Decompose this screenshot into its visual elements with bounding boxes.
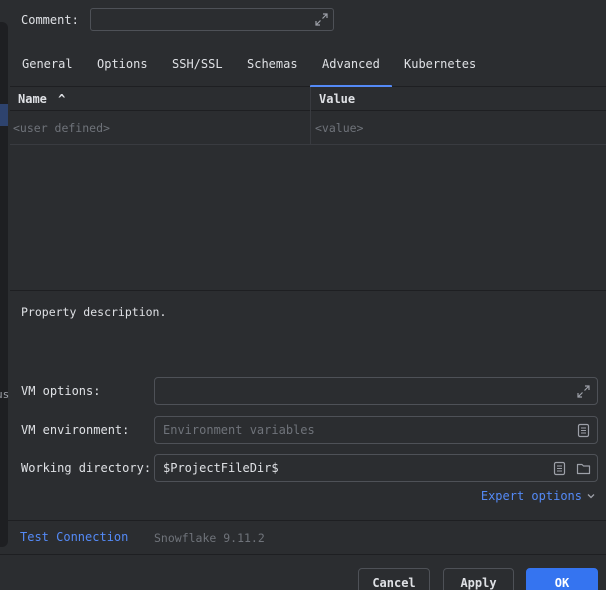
document-icon[interactable] [576,423,591,438]
column-header-name[interactable]: Name ^ [18,87,65,111]
comment-label: Comment: [21,12,79,27]
table-row[interactable]: <user defined> <value> [10,111,606,145]
tab-kubernetes[interactable]: Kubernetes [392,52,488,87]
chevron-down-icon [587,494,595,499]
vm-options-row: VM options: [21,377,598,405]
sort-ascending-icon: ^ [58,92,66,106]
expert-options-link[interactable]: Expert options [481,489,596,503]
left-panel-selection[interactable] [0,104,8,126]
driver-info: Snowflake 9.11.2 [154,531,265,545]
vm-environment-row: VM environment: Environment variables [21,416,598,444]
vm-environment-placeholder: Environment variables [163,423,315,437]
working-directory-input[interactable]: $ProjectFileDir$ [154,454,598,482]
vm-environment-label: VM environment: [21,423,130,437]
table-header: Name ^ Value [10,87,606,111]
left-panel-fragment: us [0,388,10,401]
expand-icon[interactable] [314,12,329,27]
document-icon[interactable] [552,461,567,476]
working-directory-label: Working directory: [21,461,152,475]
column-divider[interactable] [310,87,311,145]
properties-table: Name ^ Value <user defined> <value> [10,87,606,291]
dialog-button-bar: Cancel Apply OK [0,554,606,590]
tab-schemas[interactable]: Schemas [235,52,310,87]
left-panel-edge: us [0,22,10,547]
vm-options-input[interactable] [154,377,598,405]
comment-row: Comment: [21,8,79,31]
vm-environment-input[interactable]: Environment variables [154,416,598,444]
vm-options-label: VM options: [21,384,101,398]
divider [8,520,606,521]
comment-input[interactable] [90,8,334,31]
tab-bar: General Options SSH/SSL Schemas Advanced… [10,52,606,88]
column-header-name-label: Name [18,92,47,106]
apply-button[interactable]: Apply [443,568,514,590]
property-name-placeholder[interactable]: <user defined> [13,111,110,145]
tab-advanced[interactable]: Advanced [310,52,392,88]
tab-options[interactable]: Options [85,52,160,87]
expert-options-label: Expert options [480,489,582,503]
ok-button[interactable]: OK [526,568,598,590]
cancel-button[interactable]: Cancel [358,568,430,590]
column-header-value[interactable]: Value [319,87,355,111]
tab-general[interactable]: General [10,52,85,87]
working-directory-row: Working directory: $ProjectFileDir$ [21,454,598,482]
tab-ssh-ssl[interactable]: SSH/SSL [160,52,235,87]
folder-icon[interactable] [576,461,591,476]
expand-icon[interactable] [576,384,591,399]
working-directory-value: $ProjectFileDir$ [163,461,279,475]
test-connection-link[interactable]: Test Connection [20,530,128,544]
property-value-placeholder[interactable]: <value> [315,111,363,145]
property-description: Property description. [21,305,167,319]
